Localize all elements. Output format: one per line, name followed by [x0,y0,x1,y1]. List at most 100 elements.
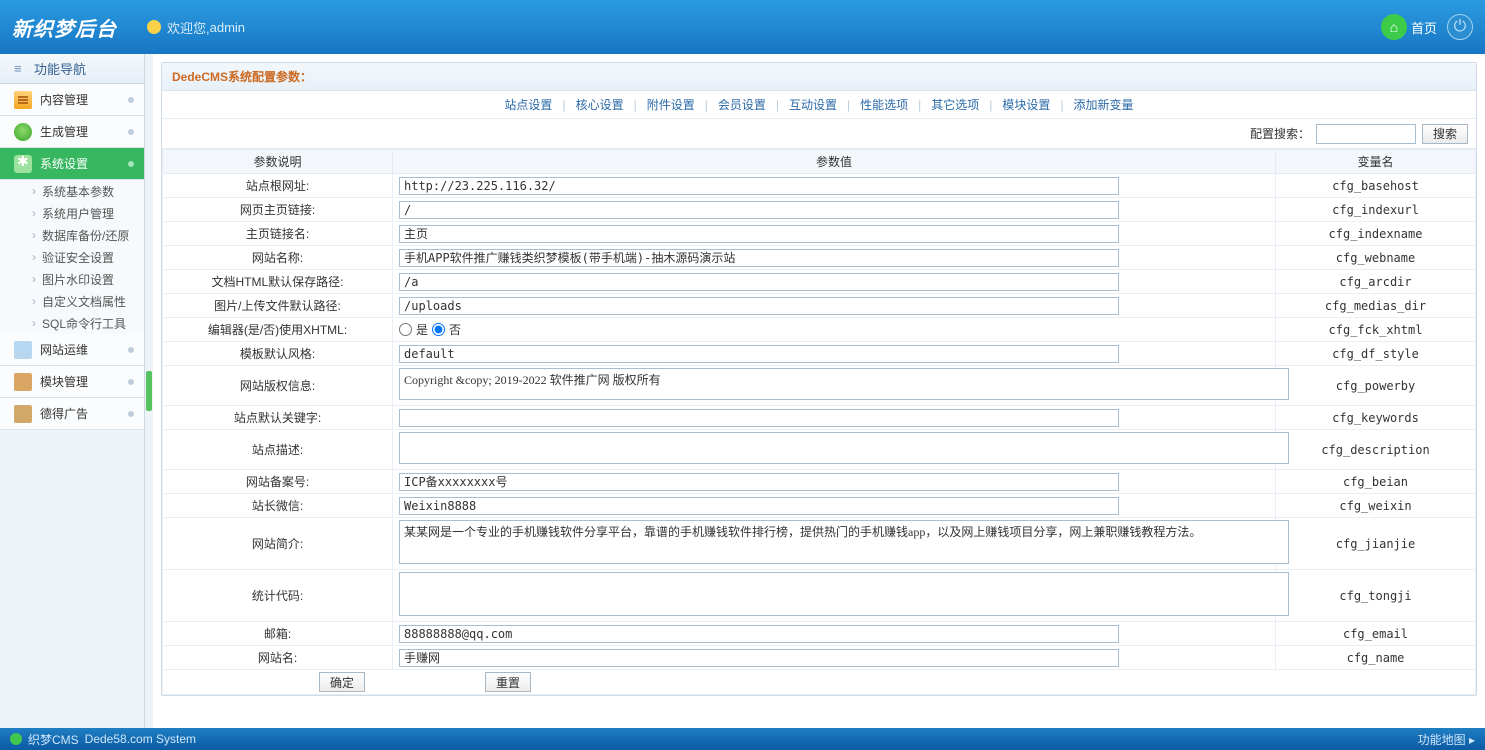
tab-member[interactable]: 会员设置 [714,96,770,113]
row-value-cell: 是 否 [393,318,1276,342]
table-row: 站点描述:cfg_description [163,430,1476,470]
row-value-cell [393,570,1276,622]
row-value-cell [393,198,1276,222]
table-row: 网站版权信息:cfg_powerby [163,366,1476,406]
config-text-input[interactable] [399,201,1119,219]
dot-icon [128,379,134,385]
sidebar-title: ≡功能导航 [0,54,144,84]
search-button[interactable]: 搜索 [1422,124,1468,144]
config-textarea[interactable] [399,572,1289,616]
row-varname: cfg_jianjie [1276,518,1476,570]
sidebar-item-ad[interactable]: 德得广告 [0,398,144,430]
sub-doc-attrs[interactable]: 自定义文档属性 [0,290,144,312]
config-text-input[interactable] [399,649,1119,667]
tab-addvar[interactable]: 添加新变量 [1070,96,1138,113]
table-row: 站点默认关键字:cfg_keywords [163,406,1476,430]
config-text-input[interactable] [399,249,1119,267]
config-text-input[interactable] [399,345,1119,363]
tab-attach[interactable]: 附件设置 [643,96,699,113]
table-row: 网站名称:cfg_webname [163,246,1476,270]
row-label: 主页链接名: [163,222,393,246]
home-button[interactable]: ⌂ 首页 [1381,14,1437,40]
config-text-input[interactable] [399,225,1119,243]
config-search-row: 配置搜索： 搜索 [162,119,1476,149]
sidebar-item-ops[interactable]: 网站运维 [0,334,144,366]
radio-yes-label: 是 [416,321,428,338]
footer-sitemap-link[interactable]: 功能地图 ▸ [1418,731,1475,748]
sub-security[interactable]: 验证安全设置 [0,246,144,268]
row-varname: cfg_email [1276,622,1476,646]
row-label: 站点默认关键字: [163,406,393,430]
tab-core[interactable]: 核心设置 [572,96,628,113]
config-text-input[interactable] [399,177,1119,195]
table-row: 网站简介:cfg_jianjie [163,518,1476,570]
config-textarea[interactable] [399,520,1289,564]
config-textarea[interactable] [399,368,1289,400]
config-textarea[interactable] [399,432,1289,464]
footer-bar: 织梦CMS Dede58.com System 功能地图 ▸ [0,728,1485,750]
sidebar: ≡功能导航 内容管理 生成管理 系统设置 系统基本参数 系统用户管理 数据库备份… [0,54,145,728]
th-var: 变量名 [1276,150,1476,174]
row-label: 网页主页链接: [163,198,393,222]
row-label: 文档HTML默认保存路径: [163,270,393,294]
ok-button[interactable]: 确定 [319,672,365,692]
config-text-input[interactable] [399,273,1119,291]
sub-user-mgmt[interactable]: 系统用户管理 [0,202,144,224]
sidebar-item-system[interactable]: 系统设置 [0,148,144,180]
sidebar-drag-handle[interactable] [145,54,153,728]
row-value-cell [393,494,1276,518]
row-label: 邮箱: [163,622,393,646]
config-text-input[interactable] [399,625,1119,643]
table-row: 图片/上传文件默认路径: cfg_medias_dir [163,294,1476,318]
row-value-cell [393,246,1276,270]
config-text-input[interactable] [399,473,1119,491]
config-text-input[interactable] [399,409,1119,427]
logout-button[interactable]: ⏻ [1447,14,1473,40]
row-value-cell [393,518,1276,570]
row-varname: cfg_indexname [1276,222,1476,246]
sidebar-item-module[interactable]: 模块管理 [0,366,144,398]
table-row: 文档HTML默认保存路径:cfg_arcdir [163,270,1476,294]
tab-site[interactable]: 站点设置 [500,96,556,113]
sidebar-item-content[interactable]: 内容管理 [0,84,144,116]
row-value-cell [393,366,1276,406]
menu-icon: ≡ [14,61,28,76]
sidebar-item-generate[interactable]: 生成管理 [0,116,144,148]
tab-module[interactable]: 模块设置 [998,96,1054,113]
row-label: 图片/上传文件默认路径: [163,294,393,318]
config-text-input[interactable] [399,497,1119,515]
row-varname: cfg_medias_dir [1276,294,1476,318]
sub-basic-params[interactable]: 系统基本参数 [0,180,144,202]
radio-no[interactable] [432,323,445,336]
dot-icon [128,161,134,167]
search-label: 配置搜索： [1250,125,1310,142]
dot-icon [128,97,134,103]
row-label: 编辑器(是/否)使用XHTML: [163,318,393,342]
table-row: 网站名:cfg_name [163,646,1476,670]
tab-interact[interactable]: 互动设置 [785,96,841,113]
sub-sql-tool[interactable]: SQL命令行工具 [0,312,144,334]
table-row: 模板默认风格:cfg_df_style [163,342,1476,366]
table-row: 站长微信:cfg_weixin [163,494,1476,518]
tab-perf[interactable]: 性能选项 [856,96,912,113]
sub-watermark[interactable]: 图片水印设置 [0,268,144,290]
user-icon [147,20,161,34]
tab-other[interactable]: 其它选项 [927,96,983,113]
row-varname: cfg_basehost [1276,174,1476,198]
search-input[interactable] [1316,124,1416,144]
row-value-cell [393,622,1276,646]
config-table: 参数说明 参数值 变量名 站点根网址:cfg_basehost网页主页链接:cf… [162,149,1476,695]
row-varname: cfg_webname [1276,246,1476,270]
reset-button[interactable]: 重置 [485,672,531,692]
config-text-input[interactable] [399,297,1119,315]
row-label: 站点根网址: [163,174,393,198]
radio-yes[interactable] [399,323,412,336]
row-varname: cfg_tongji [1276,570,1476,622]
row-label: 站点描述: [163,430,393,470]
sidebar-submenu: 系统基本参数 系统用户管理 数据库备份/还原 验证安全设置 图片水印设置 自定义… [0,180,144,334]
ops-icon [14,341,32,359]
row-value-cell [393,406,1276,430]
sub-db-backup[interactable]: 数据库备份/还原 [0,224,144,246]
table-row: 网页主页链接:cfg_indexurl [163,198,1476,222]
row-value-cell [393,174,1276,198]
